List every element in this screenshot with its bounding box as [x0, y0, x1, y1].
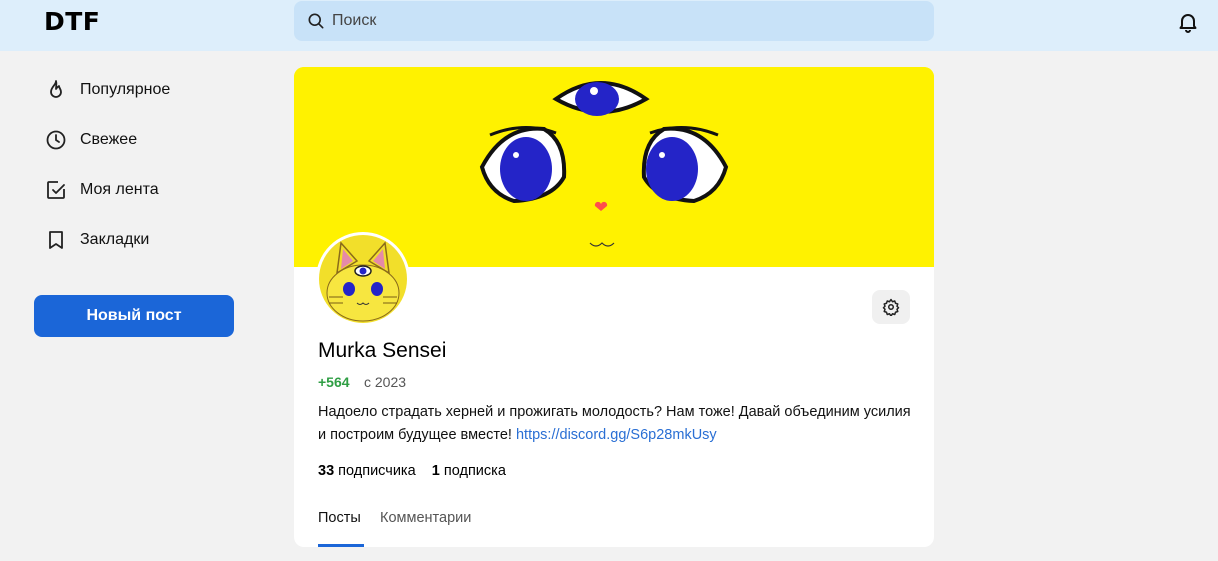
- bookmark-icon: [49, 231, 63, 249]
- sidebar-item-label: Популярное: [80, 81, 171, 98]
- tab-comments[interactable]: Комментарии: [380, 510, 471, 526]
- sidebar-item-bookmarks[interactable]: Закладки: [44, 225, 149, 255]
- sidebar-item-popular[interactable]: Популярное: [44, 75, 170, 105]
- top-header: DTF: [0, 0, 1218, 51]
- search-icon: [308, 13, 324, 29]
- profile-bio-link[interactable]: https://discord.gg/S6p28mkUsy: [516, 427, 717, 443]
- sidebar-item-label: Моя лента: [80, 181, 159, 198]
- profile-since: с 2023: [364, 374, 407, 390]
- profile-settings-button[interactable]: [872, 290, 910, 324]
- bell-icon[interactable]: [1176, 10, 1200, 34]
- sidebar-item-label: Свежее: [80, 131, 138, 148]
- dtf-logo[interactable]: DTF: [44, 9, 100, 34]
- search-input[interactable]: [332, 12, 892, 30]
- new-post-button[interactable]: Новый пост: [34, 295, 234, 337]
- following-count: 1: [431, 463, 440, 479]
- feed-check-icon: [47, 181, 65, 199]
- profile-rating[interactable]: +564: [318, 374, 350, 390]
- sidebar-item-my-feed[interactable]: Моя лента: [44, 175, 159, 205]
- active-tab-indicator: [318, 544, 364, 547]
- following-label: подписка: [443, 463, 506, 479]
- followers-link[interactable]: 33 подписчика: [318, 463, 416, 479]
- search-bar[interactable]: [294, 1, 934, 41]
- followers-count: 33: [318, 463, 335, 479]
- following-link[interactable]: 1 подписка: [432, 463, 506, 479]
- clock-icon: [46, 130, 66, 150]
- sidebar-item-label: Закладки: [80, 231, 150, 248]
- profile-name: Murka Sensei: [318, 339, 447, 362]
- profile-counts: 33 подписчика 1 подписка: [318, 463, 506, 479]
- followers-label: подписчика: [338, 463, 416, 479]
- profile-bio: Надоело страдать херней и прожигать моло…: [318, 401, 918, 446]
- sidebar-item-fresh[interactable]: Свежее: [44, 125, 137, 155]
- cat-avatar-image: [319, 235, 407, 323]
- profile-avatar[interactable]: [316, 232, 410, 326]
- flame-icon: [50, 80, 62, 98]
- profile-card: Murka Sensei +564 с 2023 Надоело страдат…: [294, 67, 934, 547]
- gear-icon: [882, 298, 900, 316]
- tab-posts[interactable]: Посты: [318, 510, 361, 526]
